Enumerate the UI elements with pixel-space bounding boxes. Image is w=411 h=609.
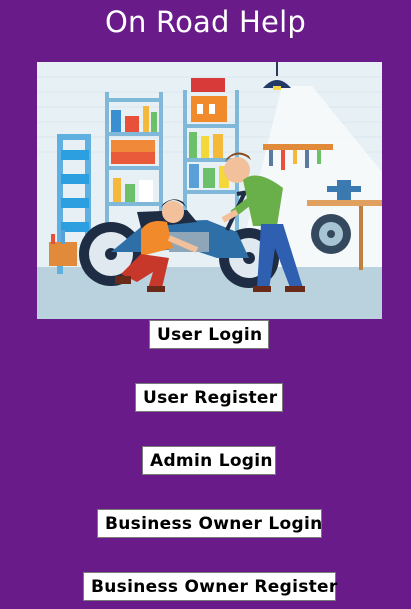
business-owner-register-button[interactable]: Business Owner Register: [83, 572, 337, 601]
page-title: On Road Help: [105, 5, 306, 39]
user-login-button[interactable]: User Login: [149, 320, 269, 349]
user-register-button[interactable]: User Register: [135, 383, 283, 412]
admin-login-button[interactable]: Admin Login: [142, 446, 276, 475]
business-owner-login-button[interactable]: Business Owner Login: [97, 509, 322, 538]
hero-image: [37, 62, 382, 319]
mechanics-illustration-icon: [37, 62, 382, 319]
